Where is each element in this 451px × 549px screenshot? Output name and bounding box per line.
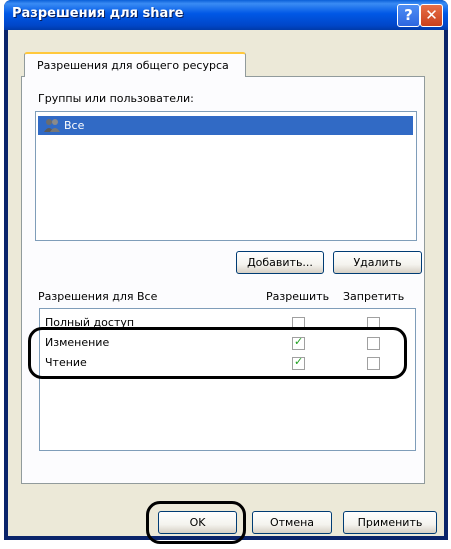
apply-button[interactable]: Применить: [343, 511, 437, 534]
highlight-permissions-annotation: [28, 327, 407, 379]
users-group-icon: [44, 119, 60, 132]
help-icon: ?: [404, 6, 413, 24]
list-item-label: Все: [64, 119, 85, 132]
tab-label: Разрешения для общего ресурса: [37, 59, 229, 72]
highlight-ok-annotation: [146, 501, 246, 544]
deny-header: Запретить: [343, 290, 405, 303]
permissions-label: Разрешения для Все: [38, 290, 158, 303]
cancel-button[interactable]: Отмена: [252, 511, 332, 534]
tab-share-permissions[interactable]: Разрешения для общего ресурса: [24, 52, 246, 77]
help-button[interactable]: ?: [397, 4, 420, 27]
allow-header: Разрешить: [266, 290, 330, 303]
remove-button[interactable]: Удалить: [333, 251, 422, 274]
close-icon: ✕: [425, 6, 438, 24]
groups-listbox[interactable]: Все: [35, 111, 417, 241]
add-button[interactable]: Добавить...: [236, 251, 324, 274]
window-title: Разрешения для share: [12, 6, 184, 21]
list-item-everyone[interactable]: Все: [38, 116, 413, 135]
close-button[interactable]: ✕: [420, 4, 443, 27]
groups-label: Группы или пользователи:: [38, 92, 194, 105]
title-bar[interactable]: Разрешения для share ? ✕: [4, 0, 448, 30]
